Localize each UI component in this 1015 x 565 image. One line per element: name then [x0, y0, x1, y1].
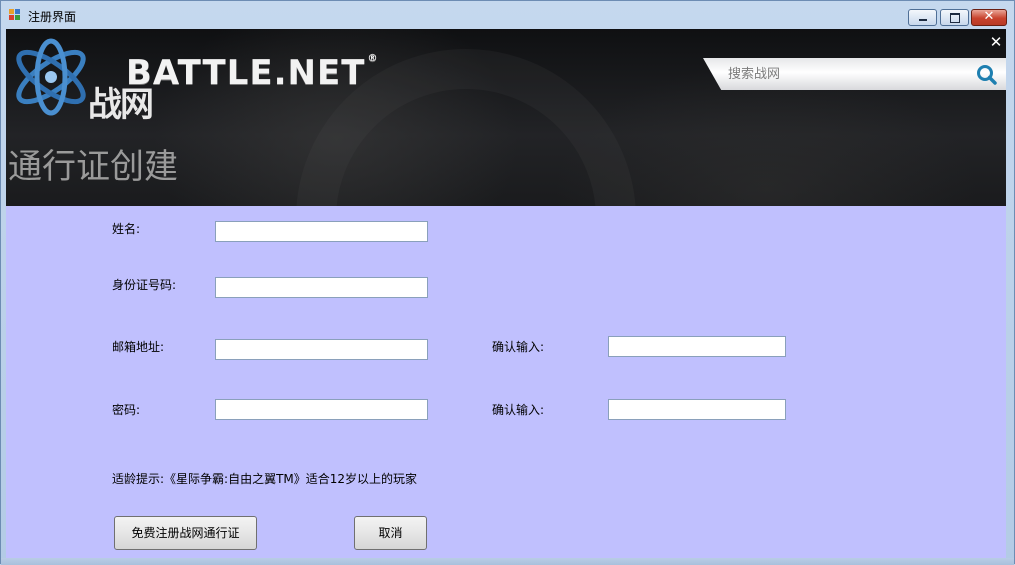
minimize-button[interactable]	[908, 9, 937, 26]
minimize-icon	[919, 19, 927, 21]
email-confirm-field[interactable]	[608, 336, 786, 357]
name-label: 姓名:	[112, 222, 141, 236]
password-label: 密码:	[112, 403, 141, 417]
name-field[interactable]	[215, 221, 428, 242]
maximize-icon	[950, 13, 960, 23]
title-bar[interactable]: 注册界面 ✕	[1, 1, 1014, 29]
age-rating-note: 适龄提示:《星际争霸:自由之翼TM》适合12岁以上的玩家	[112, 472, 418, 486]
cancel-button[interactable]: 取消	[354, 516, 427, 550]
page-title: 通行证创建	[8, 147, 178, 187]
window-title: 注册界面	[28, 10, 77, 24]
email-field[interactable]	[215, 339, 428, 360]
password-confirm-label: 确认输入:	[492, 403, 545, 417]
brand-wordmark: BATTLE.NET ®	[126, 53, 378, 93]
register-button[interactable]: 免费注册战网通行证	[114, 516, 257, 550]
app-window-icon	[9, 9, 21, 20]
password-confirm-field[interactable]	[608, 399, 786, 420]
close-icon: ✕	[983, 9, 995, 24]
brand-name: BATTLE.NET	[126, 53, 366, 93]
email-confirm-label: 确认输入:	[492, 340, 545, 354]
banner-close-icon[interactable]: ✕	[988, 33, 1004, 51]
id-number-field[interactable]	[215, 277, 428, 298]
brand-trademark: ®	[367, 53, 379, 64]
app-window: 注册界面 ✕ 战网 BATTLE.NET® ✕ 通行证创建	[0, 0, 1015, 565]
password-field[interactable]	[215, 399, 428, 420]
header-banner: 战网 BATTLE.NET® ✕ 通行证创建	[6, 29, 1006, 206]
close-window-button[interactable]: ✕	[971, 9, 1007, 26]
search-icon[interactable]	[976, 64, 998, 86]
search-input[interactable]	[728, 63, 968, 85]
id-number-label: 身份证号码:	[112, 278, 177, 292]
registration-form: 姓名: 身份证号码: 邮箱地址: 确认输入: 密码: 确认输入: 适龄提示:《星…	[6, 206, 1006, 558]
email-label: 邮箱地址:	[112, 340, 165, 354]
maximize-button[interactable]	[940, 9, 969, 26]
